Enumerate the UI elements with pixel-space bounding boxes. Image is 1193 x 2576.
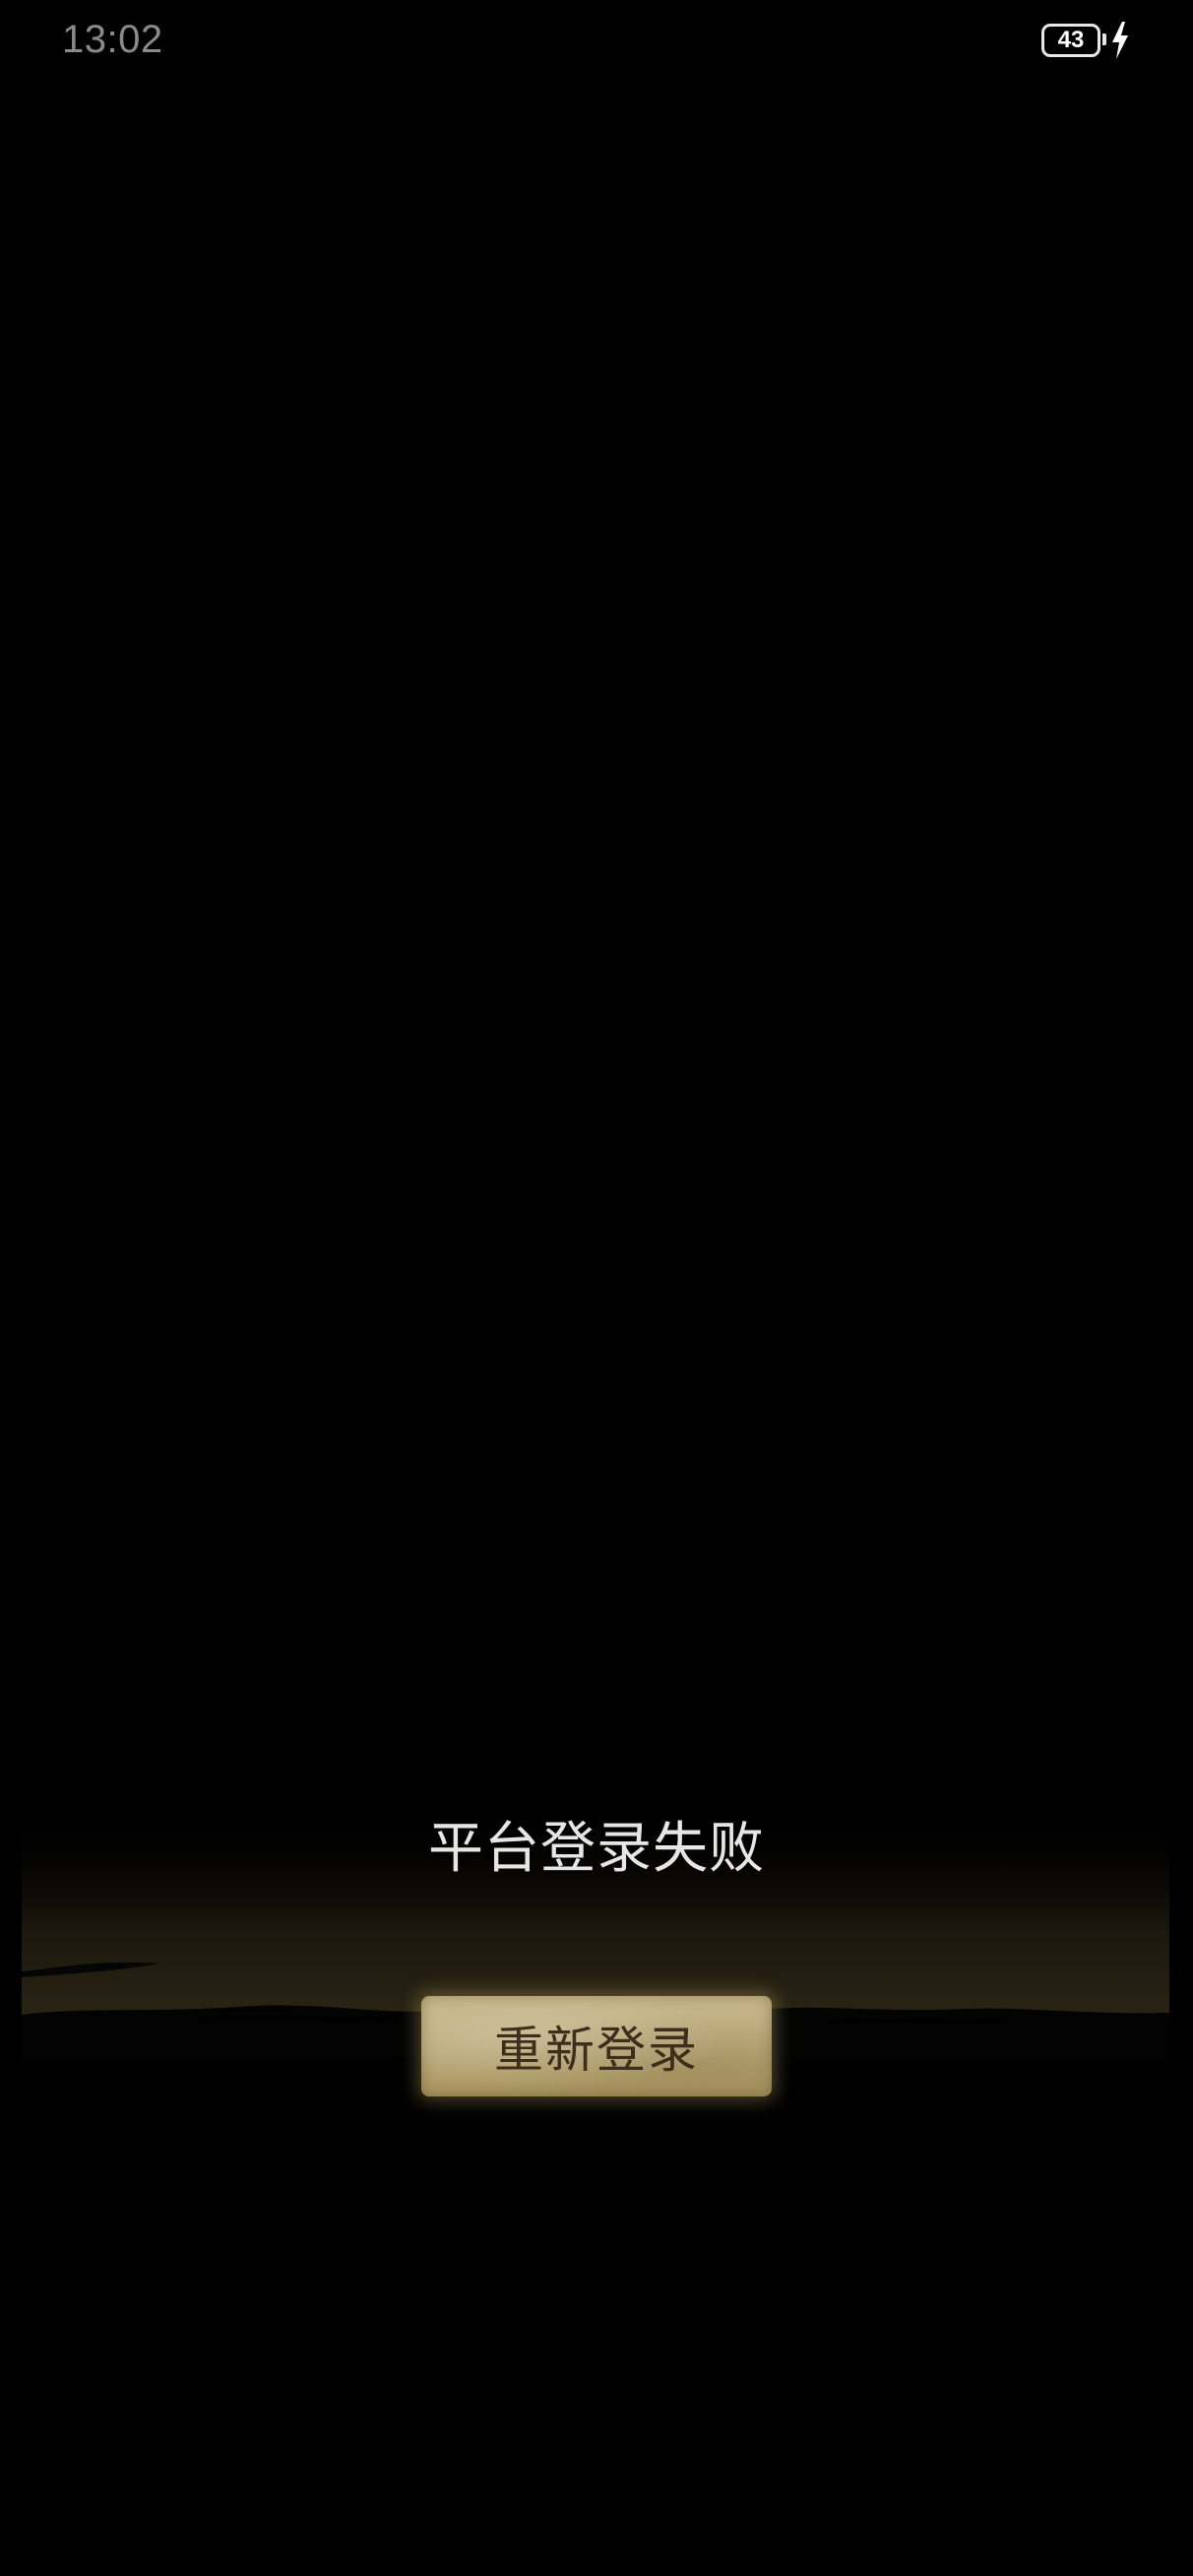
battery-icon: 43: [1041, 24, 1100, 57]
relogin-button[interactable]: 重新登录: [421, 1996, 772, 2096]
status-time: 13:02: [62, 18, 163, 61]
relogin-button-label: 重新登录: [494, 2022, 699, 2079]
screen: 13:02 43 平台登录失败 重新登录: [0, 0, 1193, 2576]
battery-cap: [1102, 33, 1106, 45]
lightning-bolt-icon: [1112, 22, 1128, 59]
login-failed-message: 平台登录失败: [428, 1817, 765, 1881]
status-bar: 13:02 43: [0, 0, 1193, 85]
